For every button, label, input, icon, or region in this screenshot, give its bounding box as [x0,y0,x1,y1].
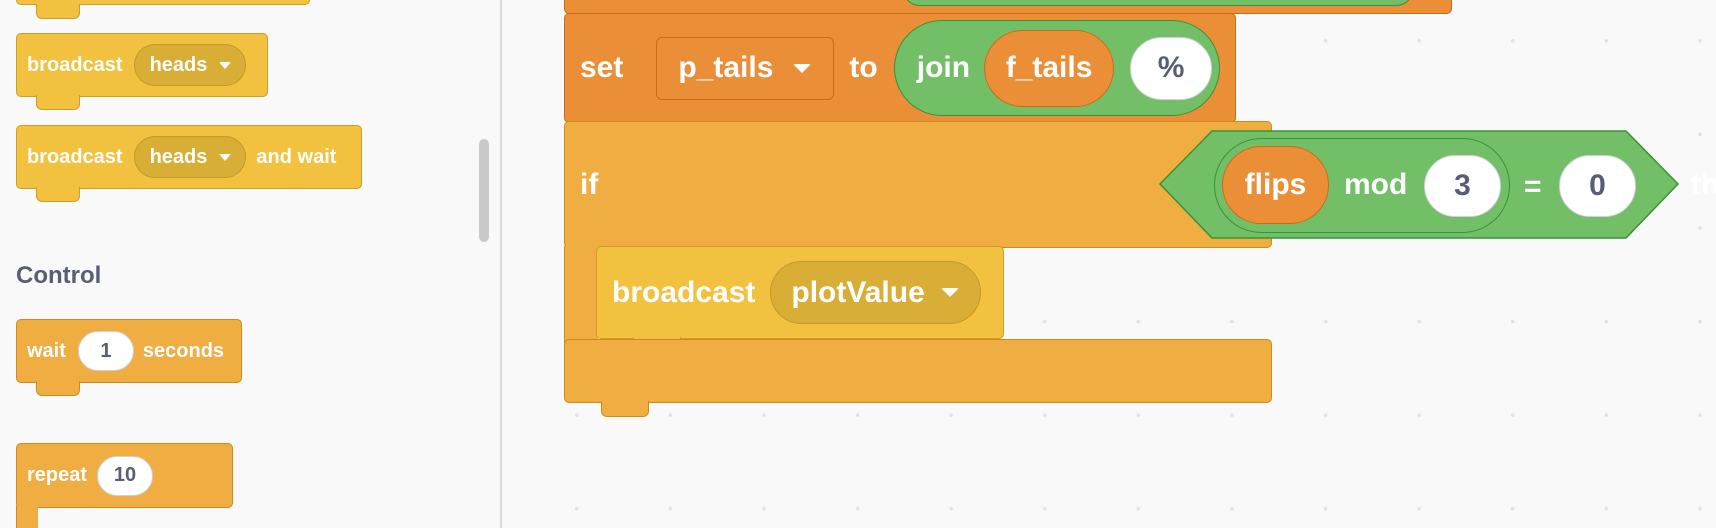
chevron-down-icon [793,63,812,73]
script-workspace[interactable]: set p_tails to join f_tails % if flips m… [502,0,1716,528]
mod-value-input[interactable]: 3 [1424,155,1501,217]
block-notch [601,401,649,417]
broadcast-message-value: heads [149,53,208,76]
chevron-down-icon [219,61,232,69]
set-label: set [580,51,624,84]
seconds-label: seconds [142,339,225,362]
broadcast-message-dropdown[interactable]: plotValue [770,261,981,324]
flips-reporter[interactable]: flips [1222,146,1329,224]
broadcast-message-dropdown[interactable]: heads [133,136,247,178]
equals-value-input[interactable]: 0 [1559,155,1636,217]
block-palette: broadcast heads broadcast heads and wait… [0,0,502,528]
set-variable-block[interactable]: set p_tails to join f_tails % [564,13,1236,123]
if-block-arm [564,246,598,343]
broadcast-label: broadcast [27,53,123,76]
section-title-control: Control [16,262,102,289]
f-tails-reporter[interactable]: f_tails [984,29,1115,107]
variable-name: p_tails [678,51,774,84]
equals-label: = [1524,170,1542,203]
to-label: to [849,51,878,84]
palette-scrollbar[interactable] [479,139,489,242]
block-notch [36,4,80,19]
and-wait-label: and wait [256,145,337,168]
wait-label: wait [27,339,66,362]
repeat-label: repeat [27,464,88,486]
palette-broadcast-and-wait-block[interactable]: broadcast heads and wait [16,125,362,189]
if-block-bottom[interactable] [564,339,1272,403]
broadcast-label: broadcast [612,275,756,309]
repeat-count-input[interactable]: 10 [97,455,154,496]
chevron-down-icon [940,288,959,297]
palette-repeat-block[interactable]: repeat 10 [16,443,233,508]
join-label: join [916,51,971,84]
broadcast-message-dropdown[interactable]: heads [133,44,247,86]
mod-label: mod [1344,168,1408,201]
join-reporter[interactable]: join f_tails % [893,20,1221,116]
then-label: then [1691,168,1716,201]
variable-dropdown[interactable]: p_tails [656,36,835,100]
broadcast-label: broadcast [27,145,123,168]
broadcast-plotvalue-block[interactable]: broadcast plotValue [596,246,1004,339]
block-notch [36,381,80,396]
broadcast-message-value: heads [149,145,208,168]
chevron-down-icon [219,153,232,161]
block-notch [36,187,80,202]
palette-wait-block[interactable]: wait 1 seconds [16,319,242,383]
wait-seconds-input[interactable]: 1 [77,331,134,371]
if-label: if [580,167,599,201]
block-notch [36,95,80,110]
broadcast-message-value: plotValue [791,275,925,309]
join-second-input[interactable]: % [1130,36,1213,100]
repeat-block-arm [16,505,38,528]
partial-reporter [902,0,1414,6]
palette-broadcast-block[interactable]: broadcast heads [16,33,268,97]
